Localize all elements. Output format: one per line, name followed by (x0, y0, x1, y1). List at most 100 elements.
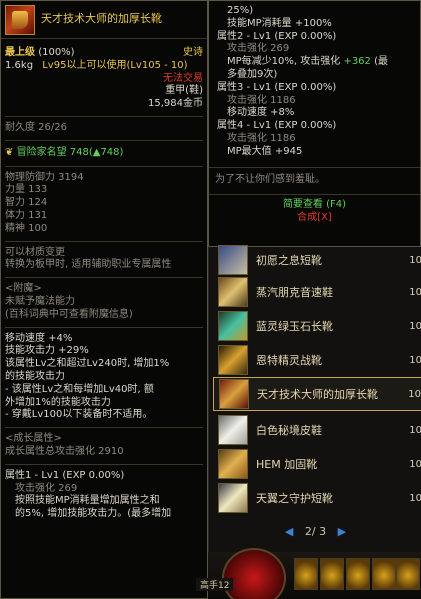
cont-line: 25%) (227, 5, 254, 16)
attr2-plus: +362 (343, 56, 371, 68)
grade-row: 最上级 (100%) 史诗 (5, 47, 203, 60)
attr2-desc-text: MP每减少10%, 攻击强化 (227, 56, 341, 68)
list-item-selected[interactable]: 天才技术大师的加厚长靴 10 (213, 377, 421, 411)
list-item[interactable]: HEM 加固靴 10 (213, 447, 421, 481)
skill-slot[interactable] (396, 558, 420, 590)
effect-line: 移动速度 +4% (5, 332, 73, 344)
list-item-level: 10 (409, 286, 421, 298)
list-item-level: 10 (409, 424, 421, 436)
cont-line: 技能MP消耗量 +100% (227, 17, 332, 29)
next-page-icon[interactable]: ▶ (338, 525, 346, 538)
boots-icon (218, 449, 248, 479)
list-item-level: 10 (409, 320, 421, 332)
list-item[interactable]: 蓝灵绿玉石长靴 10 (213, 309, 421, 343)
boots-icon (218, 345, 248, 375)
skill-slot[interactable] (346, 558, 370, 590)
list-item-name: 天才技术大师的加厚长靴 (257, 388, 378, 401)
boots-icon (5, 4, 35, 35)
skill-bar (208, 548, 421, 599)
boots-icon (218, 277, 248, 307)
tooltip-header: 天才技术大师的加厚长靴 (1, 1, 207, 39)
list-item-level: 10 (409, 254, 421, 266)
material-change-note: 转换为板甲时, 适用辅助职业专属属性 (5, 259, 172, 271)
stat-vit: 体力 131 (5, 209, 48, 221)
item-tooltip: 天才技术大师的加厚长靴 最上级 (100%) 史诗 1.6kg Lv95以上可以… (0, 0, 208, 599)
attr2-desc: MP每减少10%, 攻击强化 +362 (最 (227, 56, 408, 69)
attr4-title: 属性4 - Lv1 (EXP 0.00%) (217, 120, 337, 132)
boots-icon (218, 245, 248, 275)
prev-page-icon[interactable]: ◀ (285, 525, 293, 538)
list-item[interactable]: 恩特精灵战靴 10 (213, 343, 421, 377)
attr2-desc2: 多叠加9次) (227, 68, 278, 80)
list-item-name: 蓝灵绿玉石长靴 (256, 320, 333, 333)
list-item-name: 天翼之守护短靴 (256, 492, 333, 505)
renown-icon: ❦ (5, 146, 14, 158)
attr1-title: 属性1 - Lv1 (EXP 0.00%) (5, 469, 125, 481)
boots-icon (218, 483, 248, 513)
skill-slot[interactable] (372, 558, 396, 590)
level-requirement: Lv95以上可以使用(Lv105 - 10) (42, 59, 188, 71)
attr4-attack: 攻击强化 1186 (227, 132, 296, 144)
renown-label: 冒险家名望 748( (16, 146, 93, 158)
item-grade: 最上级 (5, 47, 35, 58)
item-tooltip-continued: 25%) 技能MP消耗量 +100% 属性2 - Lv1 (EXP 0.00%)… (208, 0, 421, 247)
attr2-tail: (最 (374, 56, 388, 68)
combine-button[interactable]: 合成[X] (209, 212, 420, 225)
enchant-status: 未赋予魔法能力 (5, 295, 75, 307)
list-item-name: 白色秘境皮鞋 (256, 424, 322, 437)
attr1-attack: 攻击强化 269 (15, 482, 78, 494)
item-list-panel: 初愿之息短靴 10 蒸汽朋克音速鞋 10 蓝灵绿玉石长靴 10 恩特精灵战靴 1… (208, 245, 421, 552)
item-price: 15,984金币 (148, 98, 203, 110)
effect-line: - 穿戴Lv100以下装备时不适用。 (5, 409, 153, 421)
item-name: 天才技术大师的加厚长靴 (41, 12, 162, 26)
page-indicator: 2/ 3 (304, 525, 327, 538)
skill-slot[interactable] (320, 558, 344, 590)
weight-row: 1.6kg Lv95以上可以使用(Lv105 - 10) (5, 60, 203, 73)
attr1-desc: 的5%, 增加技能攻击力。(最多增加 (15, 508, 172, 520)
effects: 移动速度 +4% 技能攻击力 +29% 该属性Lv之和超过Lv240时, 增加1… (5, 333, 203, 423)
durability: 耐久度 26/26 (5, 121, 67, 133)
hp-orb (222, 548, 286, 599)
attr2-title: 属性2 - Lv1 (EXP 0.00%) (217, 30, 337, 42)
list-item-level: 10 (408, 388, 421, 400)
brief-view-button[interactable]: 简要查看 (F4) (209, 199, 420, 212)
boots-icon (218, 415, 248, 445)
attr3-title: 属性3 - Lv1 (EXP 0.00%) (217, 81, 337, 93)
list-item-level: 10 (409, 492, 421, 504)
stat-str: 力量 133 (5, 184, 48, 196)
stat-spi: 精神 100 (5, 222, 48, 234)
grade-pct: (100%) (38, 47, 75, 58)
growth-heading: <成长属性> (5, 433, 62, 445)
list-item-name: 初愿之息短靴 (256, 254, 322, 267)
attr1-desc: 按照技能MP消耗量增加属性之和 (15, 495, 160, 507)
growth-total: 成长属性总攻击强化 2910 (5, 445, 124, 457)
item-rarity: 史诗 (183, 47, 203, 58)
effect-line: 该属性Lv之和超过Lv240时, 增加1% (5, 358, 170, 370)
list-item[interactable]: 天翼之守护短靴 10 (213, 481, 421, 515)
base-stats: 物理防御力 3194 力量 133 智力 124 体力 131 精神 100 (5, 172, 203, 236)
list-item-level: 10 (409, 458, 421, 470)
boots-icon (218, 311, 248, 341)
list-item[interactable]: 白色秘境皮鞋 10 (213, 413, 421, 447)
level-tag: 高手12 (196, 578, 234, 591)
skill-slot[interactable] (294, 558, 318, 590)
untradable-label: 无法交易 (163, 72, 203, 84)
renown-row: ❦ 冒险家名望 748(▲748) (5, 146, 203, 161)
attr4-mp: MP最大值 +945 (227, 145, 303, 157)
enchant-hint: (百科词典中可查看附魔信息) (5, 308, 133, 320)
material-change: 可以材质变更 (5, 246, 65, 258)
stat-defense: 物理防御力 3194 (5, 171, 84, 183)
stat-int: 智力 124 (5, 197, 48, 209)
renown-close: ) (119, 146, 124, 158)
flavor-text: 为了不让你们感到羞耻。 (215, 173, 325, 185)
list-item[interactable]: 初愿之息短靴 10 (213, 243, 421, 277)
renown-up: ▲748 (92, 146, 120, 158)
list-item[interactable]: 蒸汽朋克音速鞋 10 (213, 275, 421, 309)
pagination: ◀ 2/ 3 ▶ (209, 525, 421, 538)
effect-line: 技能攻击力 +29% (5, 345, 89, 357)
attr3-attack: 攻击强化 1186 (227, 94, 296, 106)
item-type: 重甲(鞋) (165, 85, 203, 97)
boots-icon (219, 379, 249, 409)
list-item-level: 10 (409, 354, 421, 366)
list-item-name: HEM 加固靴 (256, 458, 318, 471)
